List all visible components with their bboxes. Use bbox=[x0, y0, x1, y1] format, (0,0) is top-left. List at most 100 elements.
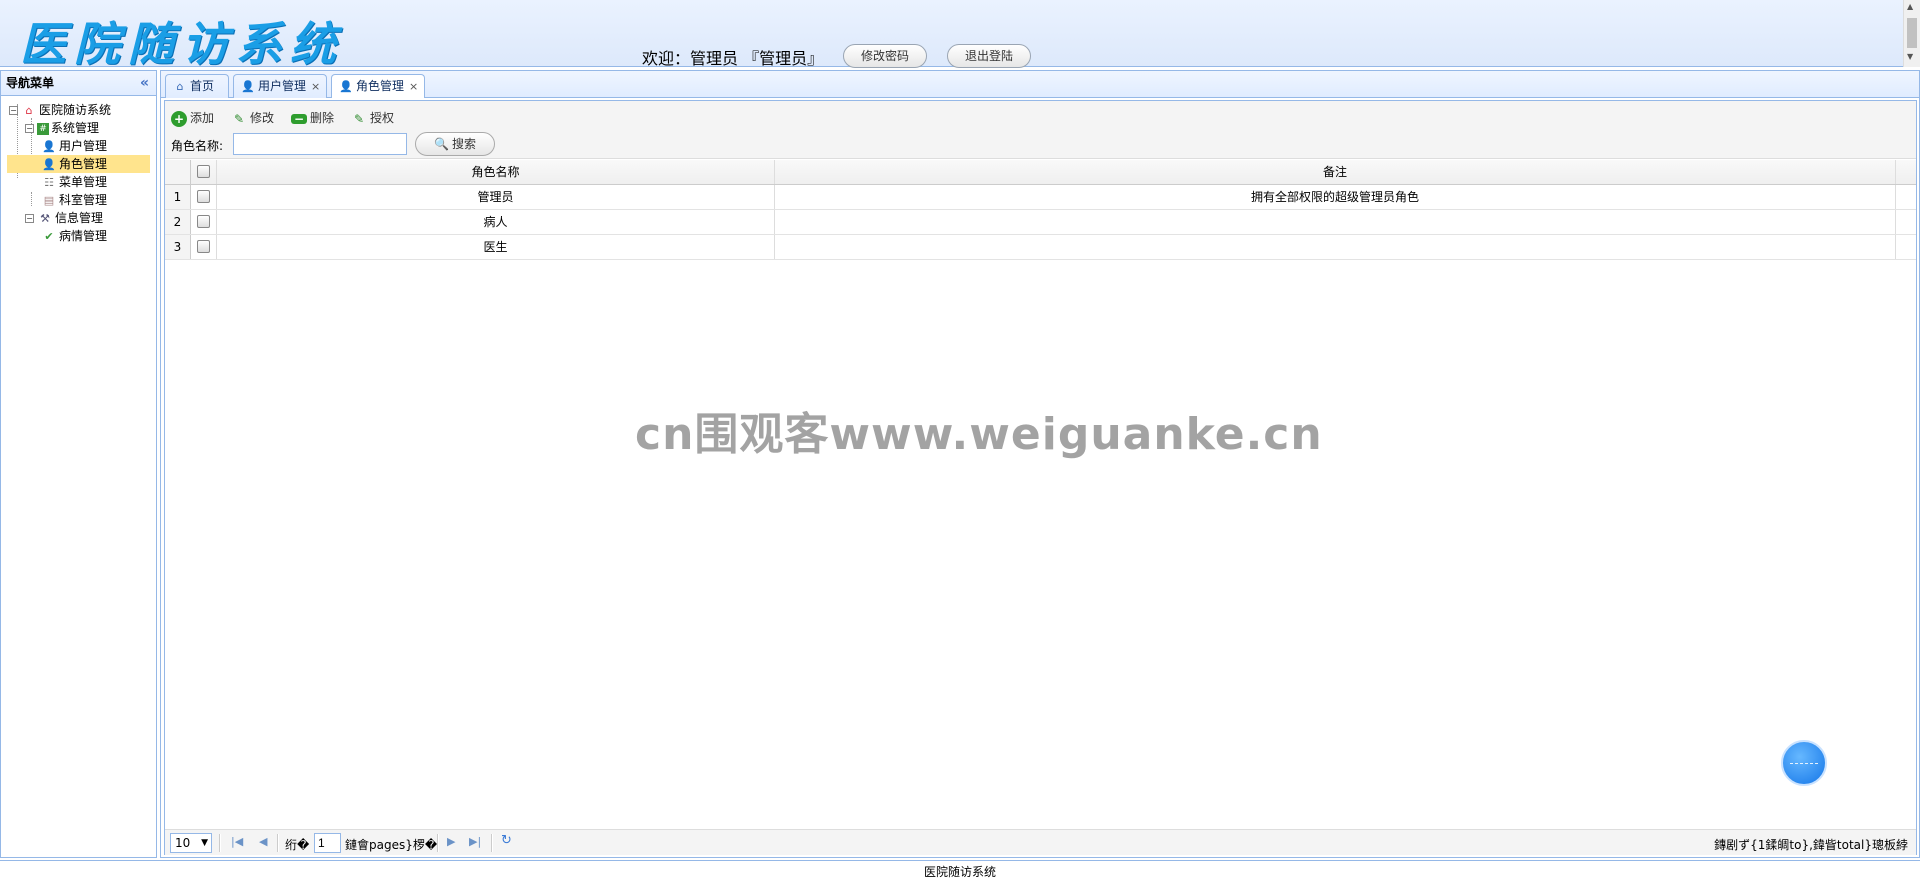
collapse-toggle-icon[interactable]: − bbox=[25, 124, 34, 133]
prev-page-icon[interactable]: ◀ bbox=[259, 835, 267, 848]
table-header: 角色名称 备注 bbox=[165, 160, 1916, 185]
last-page-icon[interactable]: ▶| bbox=[469, 835, 481, 848]
document-icon: ▤ bbox=[43, 193, 55, 207]
close-icon[interactable]: × bbox=[311, 80, 320, 93]
table-row[interactable]: 1 管理员 拥有全部权限的超级管理员角色 bbox=[165, 185, 1916, 210]
welcome-text: 欢迎：管理员 『管理员』 bbox=[642, 49, 824, 68]
row-number: 1 bbox=[165, 185, 191, 209]
role-icon: 👤 bbox=[339, 79, 353, 93]
tab-role-management[interactable]: 👤 角色管理 × bbox=[331, 74, 425, 100]
role-name-search-input[interactable] bbox=[233, 133, 407, 155]
tab-panel: + 添加 ✎ 修改 − 删除 ✎ 授权 角色名称: 🔍 搜索 角色名称 备注 1… bbox=[160, 98, 1920, 858]
first-page-icon[interactable]: |◀ bbox=[231, 835, 243, 848]
column-header-note[interactable]: 备注 bbox=[775, 160, 1896, 184]
row-checkbox[interactable] bbox=[197, 189, 210, 203]
pager-info-text: 鏄剧ず{1鍒皗to},鍏眥total}璁板綍 bbox=[1714, 838, 1908, 852]
authorize-label: 授权 bbox=[370, 111, 395, 125]
cell-note bbox=[775, 210, 1896, 234]
change-password-button[interactable]: 修改密码 bbox=[843, 44, 927, 68]
row-checkbox-cell[interactable] bbox=[191, 185, 217, 209]
tree-item-label: 科室管理 bbox=[59, 193, 108, 207]
select-all-checkbox-cell[interactable] bbox=[191, 160, 217, 184]
home-icon: ⌂ bbox=[25, 103, 33, 117]
collapse-toggle-icon[interactable]: − bbox=[25, 214, 34, 223]
tree-root[interactable]: − ⌂ 医院随访系统 bbox=[9, 101, 111, 119]
main-area: ⌂ 首页 👤 用户管理 × 👤 角色管理 × + 添加 ✎ 修改 − 删除 ✎ 授权 bbox=[160, 70, 1920, 858]
nav-panel: 导航菜单 « − ⌂ 医院随访系统 − # 系统管理 👤 用户管理 👤 角色管理 ☷ 菜单管理… bbox=[0, 70, 157, 858]
menu-icon: ☷ bbox=[44, 175, 54, 189]
table-row[interactable]: 2 病人 bbox=[165, 210, 1916, 235]
scroll-down-icon[interactable]: ▼ bbox=[1907, 52, 1913, 61]
row-checkbox[interactable] bbox=[197, 239, 210, 253]
page-suffix-text: 鏈會pages}椤� bbox=[345, 838, 438, 852]
tree-item-menu[interactable]: ☷ 菜单管理 bbox=[41, 173, 107, 191]
row-number: 2 bbox=[165, 210, 191, 234]
cell-note: 拥有全部权限的超级管理员角色 bbox=[775, 185, 1896, 209]
tab-label: 首页 bbox=[190, 79, 215, 93]
tree-item-department[interactable]: ▤ 科室管理 bbox=[41, 191, 107, 209]
tree-item-role[interactable]: 👤 角色管理 bbox=[7, 155, 150, 173]
delete-label: 删除 bbox=[310, 111, 335, 125]
cell-role-name: 医生 bbox=[217, 235, 775, 259]
page-scrollbar[interactable]: ▲ ▼ bbox=[1903, 0, 1920, 67]
tree-item-label: 病情管理 bbox=[59, 229, 108, 243]
table-row[interactable]: 3 医生 bbox=[165, 235, 1916, 260]
app-header: 医院随访系统 欢迎：管理员 『管理员』 修改密码 退出登陆 ▲ ▼ bbox=[0, 0, 1920, 71]
app-logo: 医院随访系统 bbox=[20, 17, 344, 71]
folder-icon: # bbox=[37, 122, 49, 135]
home-icon: ⌂ bbox=[176, 79, 184, 93]
watermark: cn围观客www.weiguanke.cn bbox=[635, 409, 1323, 460]
scroll-thumb[interactable] bbox=[1907, 18, 1917, 48]
next-page-icon[interactable]: ▶ bbox=[447, 835, 455, 848]
tree-root-label: 医院随访系统 bbox=[39, 103, 112, 117]
pager-separator bbox=[277, 834, 279, 852]
page-size-select[interactable]: 10 ▼ bbox=[170, 833, 212, 853]
minus-icon: − bbox=[291, 113, 307, 125]
cell-role-name: 管理员 bbox=[217, 185, 775, 209]
refresh-icon[interactable]: ↻ bbox=[501, 833, 512, 848]
tab-home[interactable]: ⌂ 首页 bbox=[165, 74, 229, 99]
collapse-toggle-icon[interactable]: − bbox=[9, 106, 18, 115]
tree-group-system[interactable]: − # 系统管理 bbox=[25, 119, 99, 137]
row-checkbox[interactable] bbox=[197, 214, 210, 228]
edit-button[interactable]: ✎ 修改 bbox=[231, 108, 274, 128]
role-icon: 👤 bbox=[42, 157, 56, 171]
search-icon: 🔍 bbox=[434, 137, 449, 151]
row-checkbox-cell[interactable] bbox=[191, 210, 217, 234]
search-button[interactable]: 🔍 搜索 bbox=[415, 132, 495, 156]
search-button-label: 搜索 bbox=[451, 137, 476, 151]
tree-item-user[interactable]: 👤 用户管理 bbox=[41, 137, 107, 155]
pager-separator bbox=[219, 834, 221, 852]
row-number: 3 bbox=[165, 235, 191, 259]
pencil-icon: ✎ bbox=[233, 111, 245, 126]
page-number-input[interactable] bbox=[314, 833, 341, 853]
grid-toolbar: + 添加 ✎ 修改 − 删除 ✎ 授权 角色名称: 🔍 搜索 bbox=[165, 101, 1916, 159]
dash-line-icon bbox=[1790, 763, 1818, 764]
pager-separator bbox=[491, 834, 493, 852]
scroll-up-icon[interactable]: ▲ bbox=[1907, 2, 1913, 11]
tab-user-management[interactable]: 👤 用户管理 × bbox=[233, 74, 327, 99]
column-header-role-name[interactable]: 角色名称 bbox=[217, 160, 775, 184]
search-label: 角色名称: bbox=[171, 139, 224, 153]
checkmark-icon: ✔ bbox=[44, 229, 54, 243]
add-button[interactable]: + 添加 bbox=[171, 108, 214, 128]
select-all-checkbox[interactable] bbox=[197, 164, 210, 178]
tree-line bbox=[31, 192, 32, 206]
chevron-down-icon: ▼ bbox=[201, 838, 208, 848]
tree-item-condition[interactable]: ✔ 病情管理 bbox=[41, 227, 107, 245]
close-icon[interactable]: × bbox=[409, 80, 418, 93]
plus-icon: + bbox=[171, 110, 187, 127]
logout-button[interactable]: 退出登陆 bbox=[947, 44, 1031, 68]
delete-button[interactable]: − 删除 bbox=[291, 108, 334, 128]
footer: 医院随访系统 bbox=[0, 860, 1920, 883]
tree-item-label: 菜单管理 bbox=[59, 175, 108, 189]
floating-assistant-button[interactable] bbox=[1781, 740, 1827, 786]
pagination-bar: 10 ▼ |◀ ◀ 绗� 鏈會pages}椤� ▶ ▶| ↻ 鏄剧ず{1鍒皗to}… bbox=[165, 829, 1916, 855]
tree-group-info[interactable]: − ⚒ 信息管理 bbox=[25, 209, 103, 227]
page-size-value: 10 bbox=[175, 836, 191, 850]
tab-strip: ⌂ 首页 👤 用户管理 × 👤 角色管理 × bbox=[160, 70, 1920, 100]
tree-group-label: 信息管理 bbox=[55, 211, 104, 225]
double-chevron-left-icon[interactable]: « bbox=[140, 71, 149, 95]
row-checkbox-cell[interactable] bbox=[191, 235, 217, 259]
authorize-button[interactable]: ✎ 授权 bbox=[351, 108, 394, 128]
